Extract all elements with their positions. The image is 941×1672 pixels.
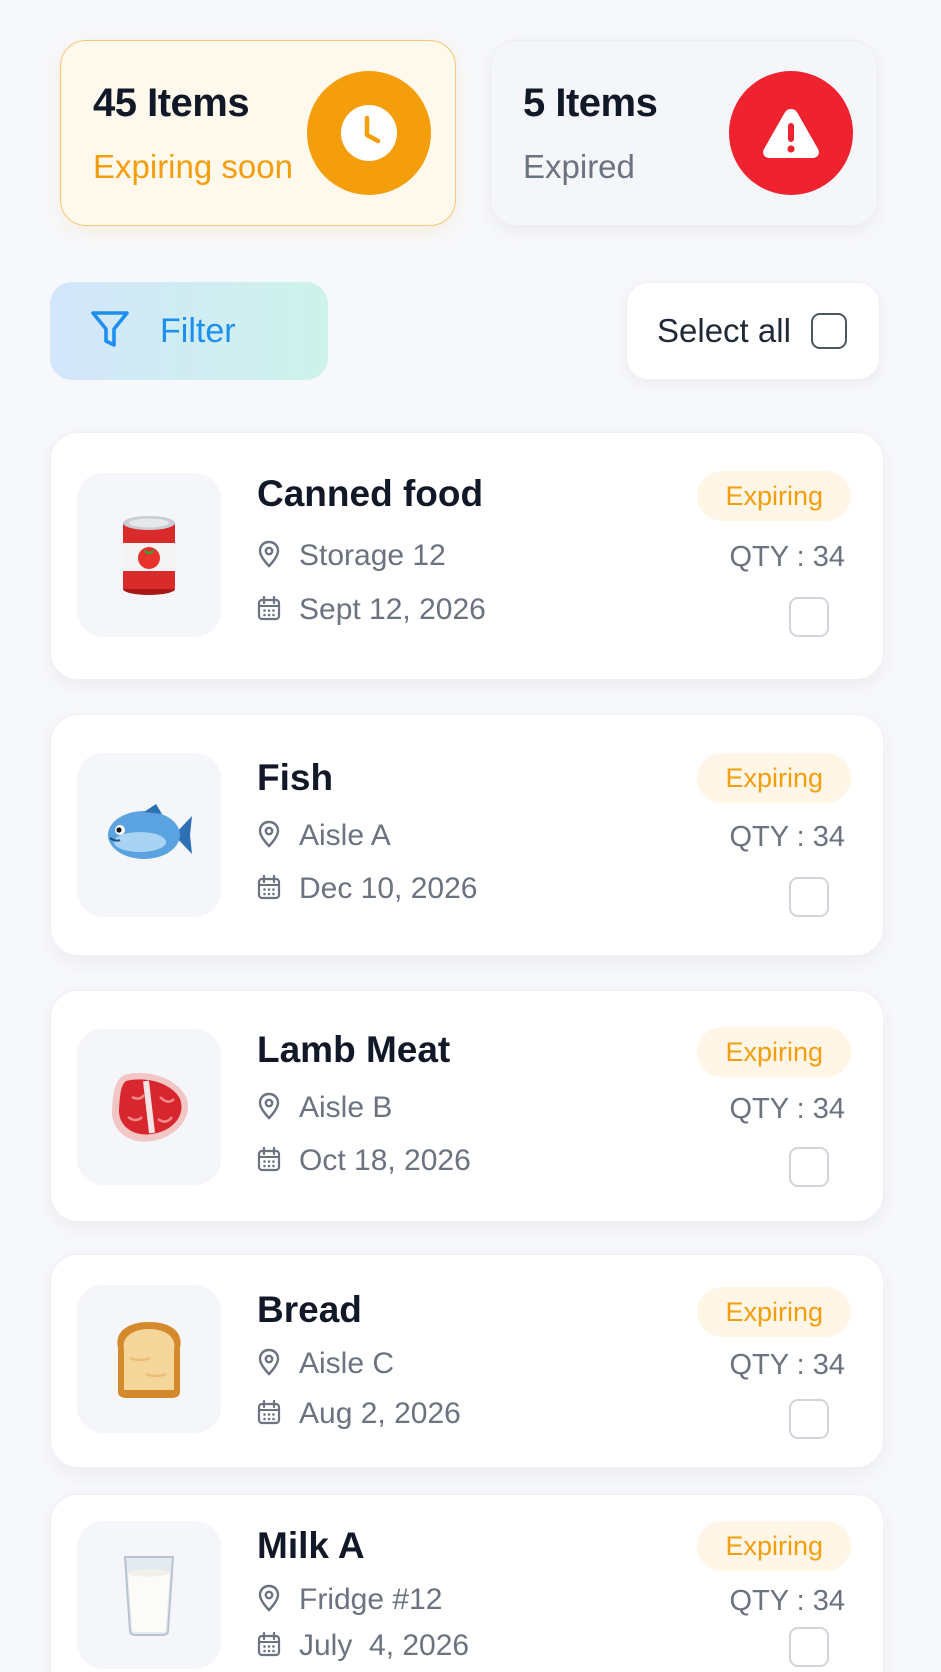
status-badge: Expiring [697,1521,851,1571]
item-date-row: July 4, 2026 [257,1629,469,1663]
item-date: Aug 2, 2026 [299,1397,461,1430]
item-checkbox[interactable] [789,1399,829,1439]
item-qty: QTY : 34 [729,1585,845,1617]
item-location-row: Aisle A [257,819,391,853]
milk-glass-image [77,1521,221,1669]
item-name: Lamb Meat [257,1029,451,1070]
tomato-can-image [77,473,221,637]
item-date: Oct 18, 2026 [299,1144,471,1177]
item-checkbox[interactable] [789,1147,829,1187]
item-card-canned-food[interactable]: Canned food Storage 12 Sept 12, 2026 Exp… [50,432,884,680]
item-checkbox[interactable] [789,877,829,917]
select-all-toggle[interactable]: Select all [626,282,880,380]
select-all-checkbox[interactable] [810,313,847,349]
expired-card[interactable]: 5 Items Expired [490,40,878,226]
location-pin-icon [257,540,281,573]
item-location: Aisle B [299,1091,393,1124]
bread-image [77,1285,221,1433]
item-card-fish[interactable]: Fish Aisle A Dec 10, 2026 Expiring QTY :… [50,714,884,956]
item-checkbox[interactable] [789,1627,829,1667]
item-qty: QTY : 34 [729,1349,845,1381]
location-pin-icon [257,820,281,853]
expiring-soon-card[interactable]: 45 Items Expiring soon [60,40,456,226]
warning-icon [729,71,853,195]
calendar-icon [257,1399,281,1430]
clock-icon [307,71,431,195]
item-name: Canned food [257,473,484,514]
item-location-row: Aisle C [257,1347,394,1381]
item-card-bread[interactable]: Bread Aisle C Aug 2, 2026 Expiring QTY :… [50,1254,884,1468]
location-pin-icon [257,1348,281,1381]
item-location: Storage 12 [299,539,446,572]
calendar-icon [257,1631,281,1662]
filter-funnel-icon [88,307,132,356]
item-date-row: Oct 18, 2026 [257,1144,471,1178]
item-date-row: Aug 2, 2026 [257,1397,461,1431]
item-name: Fish [257,757,334,798]
calendar-icon [257,595,281,626]
item-location-row: Storage 12 [257,539,446,573]
calendar-icon [257,874,281,905]
item-qty: QTY : 34 [729,1093,845,1125]
item-name: Milk A [257,1525,365,1566]
filter-button[interactable]: Filter [50,282,328,380]
item-date: July 4, 2026 [299,1629,470,1662]
filter-label: Filter [160,311,236,350]
item-date-row: Sept 12, 2026 [257,593,486,627]
item-qty: QTY : 34 [729,821,845,853]
status-badge: Expiring [697,1287,851,1337]
item-location: Fridge #12 [299,1583,443,1616]
fish-image [77,753,221,917]
item-qty: QTY : 34 [729,541,845,573]
item-date: Dec 10, 2026 [299,872,478,905]
item-name: Bread [257,1289,362,1330]
item-card-lamb-meat[interactable]: Lamb Meat Aisle B Oct 18, 2026 Expiring … [50,990,884,1222]
item-location: Aisle C [299,1347,395,1380]
item-date-row: Dec 10, 2026 [257,872,477,906]
item-date: Sept 12, 2026 [299,593,486,626]
meat-image [77,1029,221,1185]
calendar-icon [257,1146,281,1177]
select-all-label: Select all [657,312,791,349]
item-checkbox[interactable] [789,597,829,637]
status-badge: Expiring [697,471,851,521]
item-location-row: Fridge #12 [257,1583,442,1617]
item-location-row: Aisle B [257,1091,392,1125]
location-pin-icon [257,1584,281,1617]
item-location: Aisle A [299,819,391,852]
status-badge: Expiring [697,1027,851,1077]
item-card-milk-a[interactable]: Milk A Fridge #12 July 4, 2026 Expiring … [50,1494,884,1672]
location-pin-icon [257,1092,281,1125]
status-badge: Expiring [697,753,851,803]
